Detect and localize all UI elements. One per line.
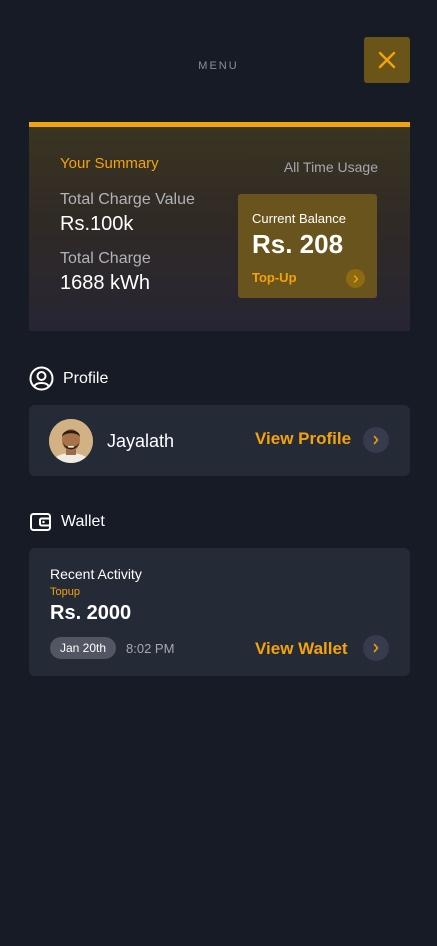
recent-activity-title: Recent Activity bbox=[50, 566, 142, 582]
current-balance-box: Current Balance Rs. 208 Top-Up bbox=[238, 194, 377, 298]
activity-date-chip: Jan 20th bbox=[50, 637, 117, 659]
topup-button[interactable] bbox=[346, 269, 365, 288]
summary-title: Your Summary bbox=[60, 155, 159, 172]
chevron-right-icon bbox=[353, 274, 358, 283]
user-name: Jayalath bbox=[107, 431, 175, 451]
wallet-section-label: Wallet bbox=[61, 513, 105, 530]
activity-amount: Rs. 2000 bbox=[50, 602, 132, 624]
profile-section-header: Profile bbox=[29, 366, 108, 391]
wallet-card[interactable]: Recent Activity Topup Rs. 2000 Jan 20th … bbox=[29, 548, 410, 676]
view-profile-button[interactable] bbox=[363, 427, 389, 453]
topup-link[interactable]: Top-Up bbox=[252, 270, 297, 285]
close-icon bbox=[378, 51, 396, 69]
wallet-icon bbox=[30, 513, 51, 531]
usage-period-label: All Time Usage bbox=[283, 159, 378, 175]
avatar bbox=[49, 419, 93, 463]
summary-card: Your Summary All Time Usage Total Charge… bbox=[29, 122, 410, 331]
current-balance-value: Rs. 208 bbox=[252, 229, 344, 259]
total-charge-label: Total Charge bbox=[60, 250, 151, 267]
activity-time: 8:02 PM bbox=[126, 641, 175, 656]
view-profile-link[interactable]: View Profile bbox=[255, 429, 351, 449]
profile-card[interactable]: Jayalath View Profile bbox=[29, 405, 410, 476]
activity-type: Topup bbox=[50, 586, 80, 598]
current-balance-label: Current Balance bbox=[252, 211, 346, 226]
total-charge: 1688 kWh bbox=[60, 272, 151, 294]
close-button[interactable] bbox=[364, 37, 410, 83]
view-wallet-link[interactable]: View Wallet bbox=[255, 639, 348, 659]
total-charge-value: Rs.100k bbox=[60, 213, 134, 235]
user-circle-icon bbox=[29, 366, 54, 391]
view-wallet-button[interactable] bbox=[363, 635, 389, 661]
chevron-right-icon bbox=[373, 435, 379, 445]
total-charge-value-label: Total Charge Value bbox=[60, 191, 195, 208]
profile-section-label: Profile bbox=[63, 369, 109, 387]
wallet-section-header: Wallet bbox=[29, 511, 105, 533]
chevron-right-icon bbox=[373, 643, 379, 653]
